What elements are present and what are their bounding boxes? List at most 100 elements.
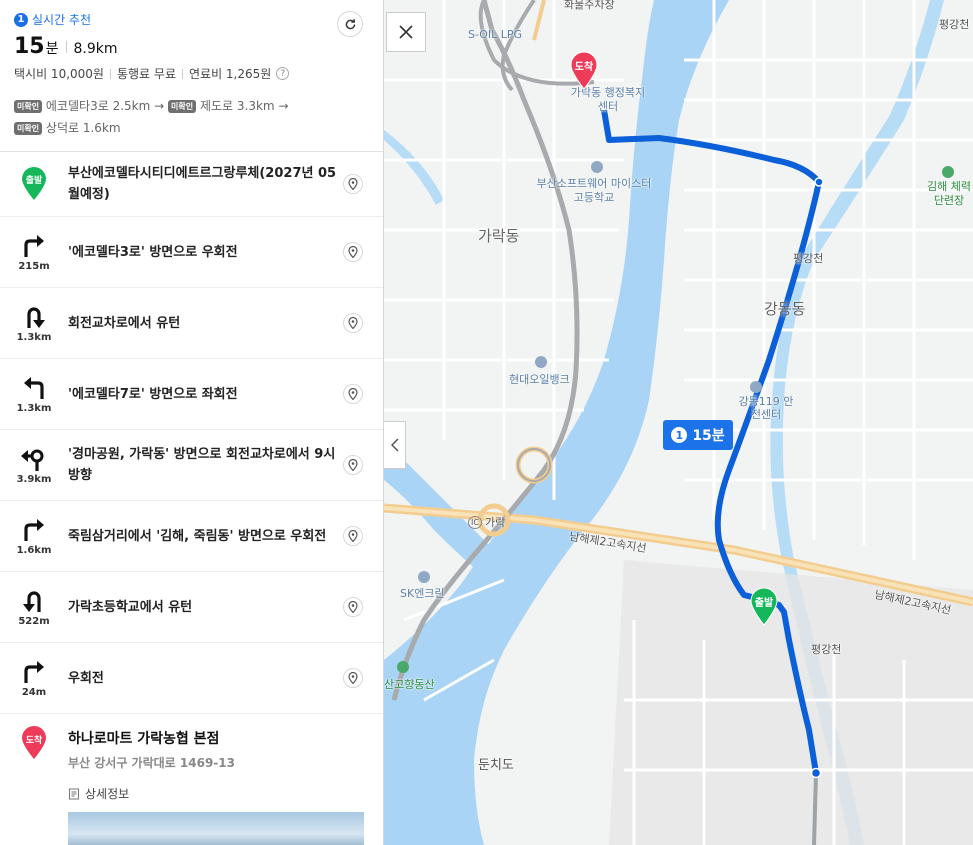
destination-title: 하나로마트 가락농협 본점 [68, 731, 220, 747]
realtime-recommend[interactable]: 1 실시간 추천 [14, 11, 369, 28]
document-icon [69, 788, 79, 799]
map-label-fire-station: 강동119 안전센터 [738, 395, 794, 421]
map-label-hill: 산고향동산 [384, 678, 435, 691]
turn-right-icon [24, 660, 44, 683]
turn-left-icon [24, 376, 44, 399]
map-label-ic: IC 가락 [468, 514, 505, 530]
chevron-left-icon [390, 438, 399, 452]
step-item[interactable]: 3.9km '경마공원, 가락동' 방면으로 회전교차로에서 9시 방향 [0, 430, 383, 501]
location-pin-button[interactable] [343, 242, 363, 262]
step-icon-wrap: 215m [0, 233, 68, 272]
unverified-tag: 미확인 [14, 100, 43, 113]
location-pin-icon [348, 459, 358, 471]
map-label-garak: 가락동 [478, 227, 520, 245]
close-icon [399, 25, 413, 39]
location-pin-icon [348, 388, 358, 400]
step-icon-wrap: 1.3km [0, 304, 68, 343]
road-item: 제도로 3.3km [199, 99, 275, 113]
step-item[interactable]: 1.3km '에코델타7로' 방면으로 좌회전 [0, 359, 383, 430]
end-marker[interactable]: 도착 [570, 52, 598, 90]
step-start[interactable]: 출발 부산에코델타시티디에트르그랑루체(2027년 05월예정) [0, 152, 383, 217]
step-item[interactable]: 1.3km 회전교차로에서 유턴 [0, 288, 383, 359]
step-icon-wrap: 522m [0, 588, 68, 627]
detail-info-link[interactable]: 상세정보 [68, 785, 383, 802]
map-label-stream: 평강천 [793, 252, 824, 265]
u-turn-icon [27, 306, 45, 328]
end-marker-label: 도착 [574, 62, 594, 73]
location-pin-button[interactable] [343, 597, 363, 617]
step-text: 부산에코델타시티디에트르그랑루체(2027년 05월예정) [68, 166, 337, 202]
collapse-panel-button[interactable] [384, 421, 406, 469]
map-label-admin: 가락동 행정복지센터 [570, 86, 646, 113]
place-photo[interactable] [68, 812, 364, 845]
road-item: 에코델타3로 2.5km [45, 99, 151, 113]
turn-right-icon [24, 518, 44, 541]
time-unit: 분 [45, 41, 59, 57]
detail-info-label: 상세정보 [85, 787, 130, 801]
location-pin-button[interactable] [343, 455, 363, 475]
step-distance: 215m [18, 260, 50, 272]
fuel-cost: 연료비 1,265원 [188, 67, 272, 81]
step-icon-wrap: 3.9km [0, 446, 68, 485]
road-item: 상덕로 1.6km [45, 121, 121, 135]
step-icon-wrap: 1.6km [0, 517, 68, 556]
location-pin-button[interactable] [343, 174, 363, 194]
close-button[interactable] [386, 12, 426, 52]
start-marker[interactable]: 출발 [750, 588, 778, 626]
step-distance: 1.3km [16, 402, 52, 414]
location-pin-icon [348, 601, 358, 613]
location-pin-button[interactable] [343, 526, 363, 546]
location-pin-button[interactable] [343, 313, 363, 333]
step-text: 가락초등학교에서 유턴 [68, 599, 193, 615]
location-pin-button[interactable] [343, 384, 363, 404]
step-distance: 1.3km [16, 331, 52, 343]
location-pin-icon [348, 672, 358, 684]
start-pin-icon: 출발 [0, 167, 68, 201]
arrow-icon: → [278, 99, 289, 113]
step-text: 우회전 [68, 670, 104, 686]
toll-fee: 통행료 무료 [116, 67, 176, 81]
step-text: '경마공원, 가락동' 방면으로 회전교차로에서 9시 방향 [68, 447, 336, 483]
map-label-top: 화물주차장 [564, 0, 615, 11]
step-text: 죽림삼거리에서 '김해, 죽림동' 방면으로 우회전 [68, 528, 327, 544]
map-label-gas: S-OIL LPG [468, 28, 523, 41]
step-item[interactable]: 215m '에코델타3로' 방면으로 우회전 [0, 217, 383, 288]
start-badge-text: 출발 [25, 176, 43, 186]
step-text: 회전교차로에서 유턴 [68, 315, 181, 331]
refresh-button[interactable] [337, 11, 363, 37]
route-time: 15분 [692, 428, 725, 444]
location-pin-icon [348, 178, 358, 190]
step-icon-wrap: 24m [0, 659, 68, 698]
route-number: 1 [671, 427, 688, 443]
map-label-gangdong: 강동동 [764, 300, 806, 318]
cost-info: 택시비 10,000원 통행료 무료 연료비 1,265원 ? [14, 65, 369, 82]
unverified-tag: 미확인 [14, 122, 43, 135]
step-distance: 24m [21, 686, 47, 698]
location-pin-icon [348, 530, 358, 542]
step-item[interactable]: 522m 가락초등학교에서 유턴 [0, 572, 383, 643]
map-label-golf: 김해 체력단련장 [927, 180, 971, 207]
arrow-icon: → [154, 99, 165, 113]
step-icon-wrap: 1.3km [0, 375, 68, 414]
taxi-fare: 택시비 10,000원 [14, 67, 104, 81]
travel-time: 15 분 8.9km [14, 34, 369, 59]
map-label-bank: 현대오일뱅크 [509, 373, 570, 386]
divider [65, 41, 67, 53]
route-rank-badge: 1 [14, 12, 28, 27]
step-distance: 522m [18, 615, 50, 627]
roundabout-icon [21, 449, 44, 471]
step-item[interactable]: 24m 우회전 [0, 643, 383, 714]
step-text: '에코델타7로' 방면으로 좌회전 [68, 386, 238, 402]
road-list: 미확인 에코델타3로 2.5km → 미확인 제도로 3.3km → 미확인 상… [14, 95, 369, 139]
location-pin-button[interactable] [343, 668, 363, 688]
end-pin-icon: 도착 [21, 726, 47, 764]
u-turn-icon [23, 590, 41, 612]
map-label-stream: 평강천 [811, 643, 842, 656]
step-item[interactable]: 1.6km 죽림삼거리에서 '김해, 죽림동' 방면으로 우회전 [0, 501, 383, 572]
step-text: '에코델타3로' 방면으로 우회전 [68, 244, 238, 260]
help-icon[interactable]: ? [276, 67, 290, 80]
destination-address: 부산 강서구 가락대로 1469-13 [68, 756, 235, 770]
map-label-dunchi: 둔치도 [478, 758, 514, 773]
realtime-label: 실시간 추천 [32, 13, 92, 27]
route-time-badge[interactable]: 1 15분 [663, 420, 733, 450]
